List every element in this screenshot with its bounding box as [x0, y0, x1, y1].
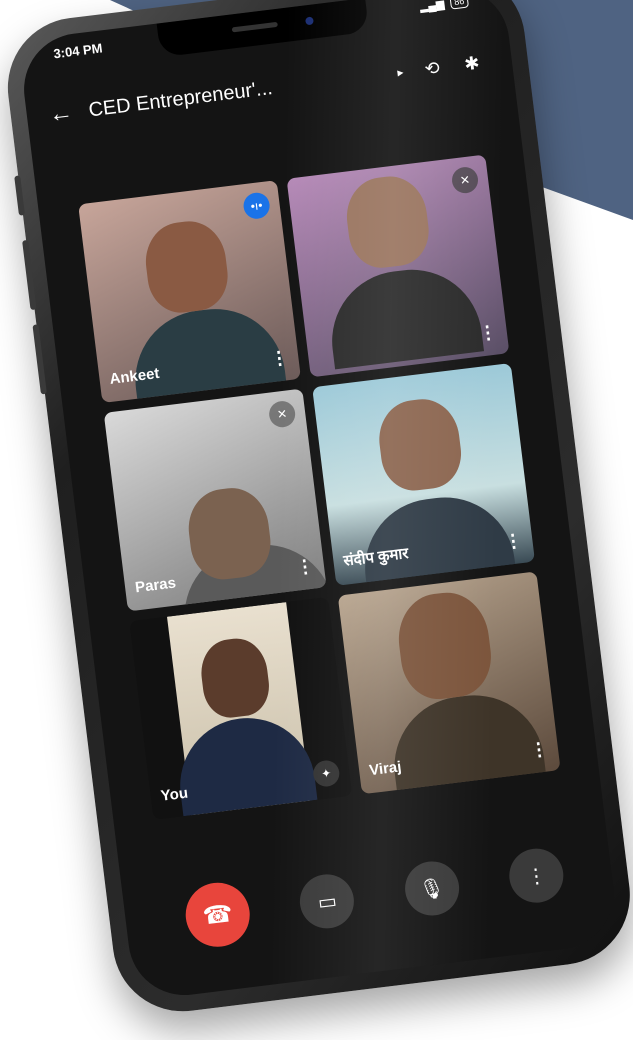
more-vert-icon[interactable]: ⋮ [269, 347, 289, 370]
camera-toggle-button[interactable]: ▭ [297, 871, 358, 932]
mic-off-icon: ✕ [450, 165, 480, 195]
phone-body: 3:04 PM ▂▄▆ 86 ← CED Entrepreneur'... ▸ … [0, 0, 633, 1020]
participant-tile[interactable]: ✕ ⋮ [286, 154, 510, 378]
silent-switch [14, 175, 25, 216]
arrow-back-icon[interactable]: ← [47, 97, 90, 130]
call-header: ← CED Entrepreneur'... ▸ ⟲ ✱ [47, 41, 495, 135]
status-icons: ▂▄▆ 86 [419, 0, 470, 14]
status-time: 3:04 PM [52, 40, 104, 62]
participant-name: Paras [134, 574, 177, 597]
participant-video [357, 489, 517, 586]
participant-video [127, 301, 288, 404]
end-call-button[interactable]: ☎ [182, 879, 254, 951]
participant-tile[interactable]: Viraj ⋮ [337, 571, 561, 795]
call-controls: ☎ ▭ 🎙 ⋮ [182, 841, 567, 951]
earpiece [231, 21, 278, 33]
notch [156, 0, 370, 58]
participant-face [374, 395, 466, 495]
caret-right-icon: ▸ [396, 64, 405, 80]
participant-video [324, 261, 485, 370]
mic-icon: 🎙 [417, 876, 446, 902]
more-vert-icon[interactable]: ⋮ [478, 322, 498, 345]
more-options-button[interactable]: ⋮ [506, 845, 567, 906]
signal-icon: ▂▄▆ [419, 0, 446, 14]
speaking-icon: •ı• [242, 191, 272, 221]
battery-icon: 86 [449, 0, 470, 10]
volume-down-button [32, 324, 47, 395]
more-vert-icon[interactable]: ⋮ [295, 556, 315, 579]
phone: 3:04 PM ▂▄▆ 86 ← CED Entrepreneur'... ▸ … [0, 0, 633, 1039]
participant-grid: •ı• Ankeet ⋮ ✕ ⋮ ✕ Paras ⋮ संदीप कुमार ⋮… [78, 154, 561, 820]
participant-tile[interactable]: You ✦ [129, 596, 353, 820]
volume-up-button [22, 239, 37, 311]
participant-tile[interactable]: ✕ Paras ⋮ [103, 388, 327, 612]
participant-face [141, 217, 232, 317]
switch-camera-icon[interactable]: ⟲ [411, 55, 453, 81]
front-camera [305, 16, 314, 26]
more-vert-icon: ⋮ [525, 864, 548, 889]
meeting-title: CED Entrepreneur'... [87, 76, 274, 121]
more-vert-icon[interactable]: ⋮ [529, 738, 549, 761]
mic-toggle-button[interactable]: 🎙 [401, 858, 462, 919]
participant-face [393, 588, 496, 704]
participant-video [386, 687, 547, 795]
participant-tile[interactable]: •ı• Ankeet ⋮ [78, 180, 301, 404]
end-call-icon: ☎ [201, 899, 235, 930]
mic-off-icon: ✕ [267, 399, 297, 429]
meet-screen: 3:04 PM ▂▄▆ 86 ← CED Entrepreneur'... ▸ … [17, 0, 621, 1002]
participant-tile[interactable]: संदीप कुमार ⋮ [312, 362, 536, 586]
participant-name: You [159, 784, 189, 805]
participant-face [342, 172, 433, 272]
camera-icon: ▭ [316, 889, 339, 914]
effects-icon[interactable]: ✦ [311, 759, 341, 788]
more-vert-icon[interactable]: ⋮ [503, 530, 523, 553]
bluetooth-icon[interactable]: ✱ [451, 51, 493, 77]
